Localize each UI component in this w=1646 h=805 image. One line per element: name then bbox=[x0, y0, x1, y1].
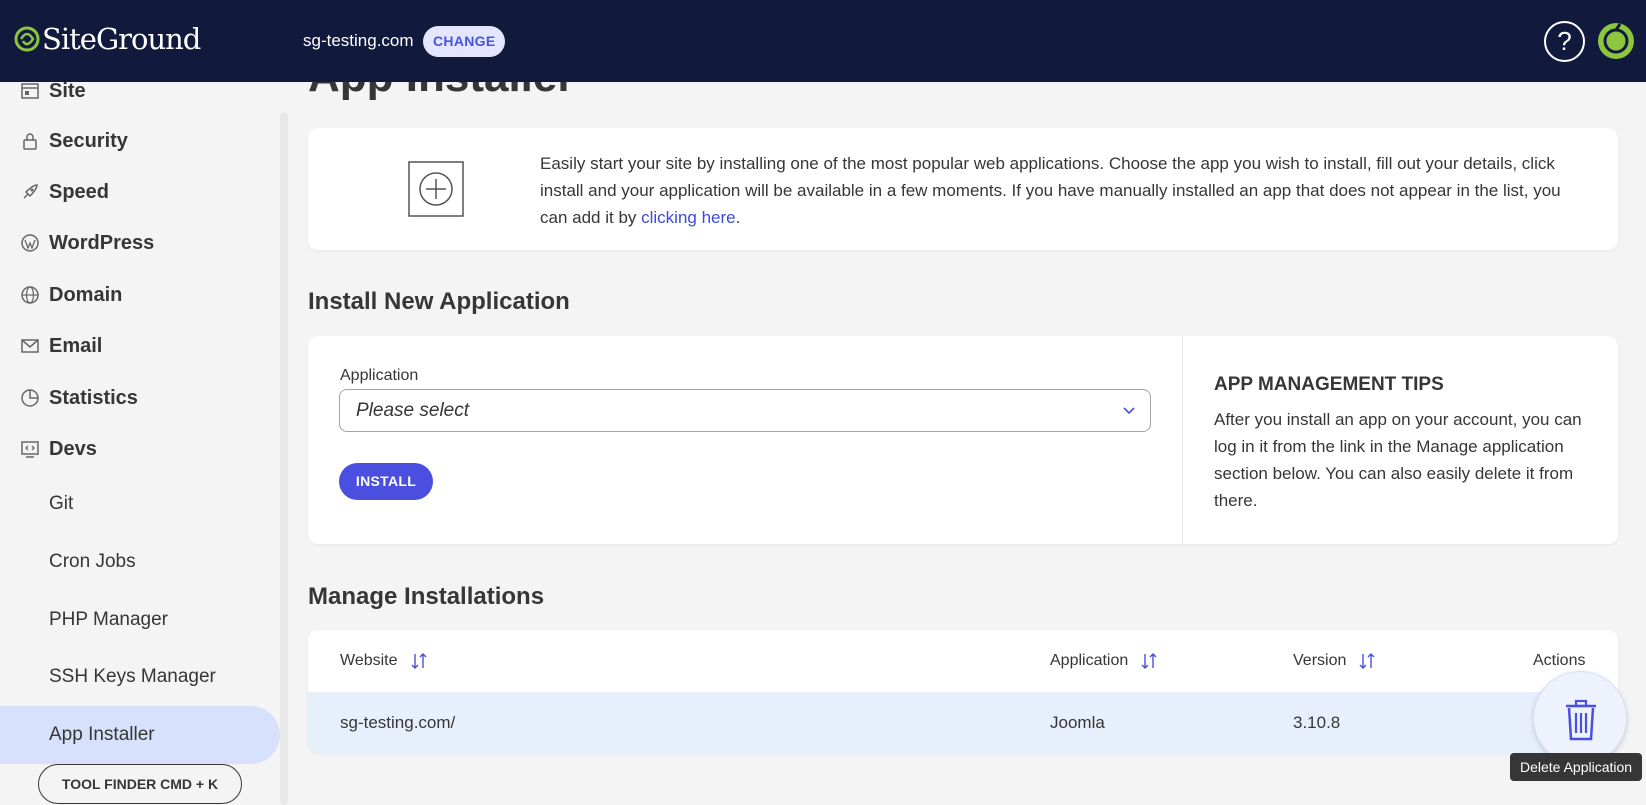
sort-icon[interactable] bbox=[410, 652, 428, 670]
sidebar-item-label: Security bbox=[49, 129, 128, 152]
sidebar-subitem-app-installer[interactable]: App Installer bbox=[0, 706, 280, 764]
column-header-label: Website bbox=[340, 652, 398, 669]
sidebar-subitem-label: SSH Keys Manager bbox=[49, 666, 216, 687]
logo-text: SiteGround bbox=[42, 22, 201, 56]
sort-icon[interactable] bbox=[1358, 652, 1376, 670]
divider bbox=[1182, 336, 1183, 544]
sidebar-subitem-cron-jobs[interactable]: Cron Jobs bbox=[0, 537, 280, 587]
sidebar-item-label: Email bbox=[49, 334, 103, 357]
site-name: sg-testing.com bbox=[303, 31, 414, 50]
install-section-title: Install New Application bbox=[308, 288, 570, 315]
sidebar-item-statistics[interactable]: Statistics bbox=[0, 373, 280, 423]
cell-website[interactable]: sg-testing.com/ bbox=[340, 713, 455, 733]
rocket-icon bbox=[23, 184, 38, 199]
code-icon bbox=[21, 441, 39, 458]
sidebar-subitem-label: PHP Manager bbox=[49, 609, 168, 630]
top-bar: SiteGround sg-testing.com CHANGE ? bbox=[0, 0, 1646, 82]
globe-icon bbox=[21, 286, 39, 304]
page-bottom bbox=[290, 775, 1646, 805]
clicking-here-link[interactable]: clicking here bbox=[641, 208, 736, 227]
column-header-website[interactable]: Website bbox=[340, 652, 428, 670]
sidebar-item-label: Speed bbox=[49, 180, 110, 203]
sidebar-subitem-php-manager[interactable]: PHP Manager bbox=[0, 595, 280, 645]
app-installer-icon bbox=[408, 161, 464, 217]
siteground-logo-icon bbox=[14, 26, 40, 52]
column-header-label: Version bbox=[1293, 652, 1347, 669]
wordpress-icon bbox=[21, 234, 39, 252]
installations-table: Website Application Version Actions sg-t… bbox=[308, 630, 1618, 753]
siteground-logo[interactable]: SiteGround bbox=[14, 22, 201, 56]
sidebar-subitem-git[interactable]: Git bbox=[0, 479, 280, 529]
sidebar-subitem-label: Git bbox=[49, 493, 74, 514]
lock-icon bbox=[23, 133, 37, 150]
sidebar-item-devs[interactable]: Devs bbox=[0, 424, 280, 474]
pie-chart-icon bbox=[21, 389, 39, 407]
sidebar-scrollbar[interactable] bbox=[280, 112, 288, 805]
sidebar-item-email[interactable]: Email bbox=[0, 321, 280, 371]
sidebar-item-label: WordPress bbox=[49, 231, 155, 254]
site-icon bbox=[21, 83, 39, 99]
tips-text: After you install an app on your account… bbox=[1214, 410, 1582, 510]
sidebar-item-site[interactable]: Site bbox=[0, 82, 280, 116]
column-header-actions: Actions bbox=[1533, 652, 1585, 670]
sidebar-subitem-label: App Installer bbox=[49, 724, 155, 745]
chevron-down-icon bbox=[1123, 407, 1135, 415]
sidebar-item-wordpress[interactable]: WordPress bbox=[0, 218, 280, 268]
sidebar-item-label: Domain bbox=[49, 283, 123, 306]
tips-title: APP MANAGEMENT TIPS bbox=[1214, 374, 1444, 395]
sidebar-item-label: Site bbox=[49, 82, 86, 102]
install-card: Application Please select INSTALL APP MA… bbox=[308, 336, 1618, 544]
sidebar-item-domain[interactable]: Domain bbox=[0, 270, 280, 320]
change-site-button[interactable]: CHANGE bbox=[423, 26, 506, 57]
delete-application-tooltip: Delete Application bbox=[1510, 753, 1643, 781]
column-header-version[interactable]: Version bbox=[1293, 652, 1376, 670]
sidebar-item-security[interactable]: Security bbox=[0, 116, 280, 166]
user-avatar-icon[interactable] bbox=[1596, 21, 1636, 61]
envelope-icon bbox=[21, 339, 39, 353]
delete-application-button[interactable] bbox=[1533, 671, 1627, 765]
sidebar-item-label: Devs bbox=[49, 437, 97, 460]
table-row: sg-testing.com/ Joomla 3.10.8 bbox=[308, 692, 1618, 753]
intro-card: Easily start your site by installing one… bbox=[308, 128, 1618, 250]
application-select-value: Please select bbox=[356, 400, 470, 421]
sort-icon[interactable] bbox=[1140, 652, 1158, 670]
application-select[interactable]: Please select bbox=[339, 389, 1151, 432]
sidebar-subitem-ssh-keys-manager[interactable]: SSH Keys Manager bbox=[0, 652, 280, 702]
sidebar-item-label: Statistics bbox=[49, 386, 138, 409]
column-header-application[interactable]: Application bbox=[1050, 652, 1158, 670]
manage-section-title: Manage Installations bbox=[308, 583, 545, 610]
help-button[interactable]: ? bbox=[1544, 21, 1585, 62]
column-header-label: Application bbox=[1050, 652, 1129, 669]
intro-end: . bbox=[735, 208, 741, 227]
sidebar: Site Security Speed WordPress Domain Ema… bbox=[0, 82, 280, 805]
application-field-label: Application bbox=[340, 367, 419, 384]
column-header-label: Actions bbox=[1533, 652, 1586, 669]
sidebar-subitem-label: Cron Jobs bbox=[49, 551, 136, 572]
trash-icon bbox=[1566, 699, 1596, 741]
install-button[interactable]: INSTALL bbox=[339, 463, 433, 500]
sidebar-item-speed[interactable]: Speed bbox=[0, 167, 280, 217]
cell-application: Joomla bbox=[1050, 713, 1105, 732]
tool-finder-button[interactable]: TOOL FINDER CMD + K bbox=[38, 764, 242, 804]
cell-version: 3.10.8 bbox=[1293, 713, 1341, 732]
intro-description: Easily start your site by installing one… bbox=[540, 150, 1580, 231]
